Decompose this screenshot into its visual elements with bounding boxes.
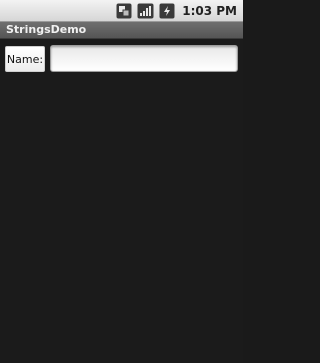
name-input[interactable] (50, 45, 238, 72)
phone-screen: 1:03 PM StringsDemo Name: (0, 0, 243, 363)
name-label-box: Name: (5, 46, 45, 72)
app-title: StringsDemo (6, 23, 87, 36)
status-icons: 1:03 PM (116, 2, 237, 20)
name-label: Name: (6, 52, 44, 66)
battery-icon (159, 3, 175, 19)
signal-strength-icon (137, 3, 154, 19)
status-clock: 1:03 PM (182, 4, 237, 18)
data-sync-icon (116, 3, 132, 19)
app-content: Name: (0, 39, 243, 363)
status-bar: 1:03 PM (0, 0, 243, 22)
app-title-bar: StringsDemo (0, 22, 243, 39)
